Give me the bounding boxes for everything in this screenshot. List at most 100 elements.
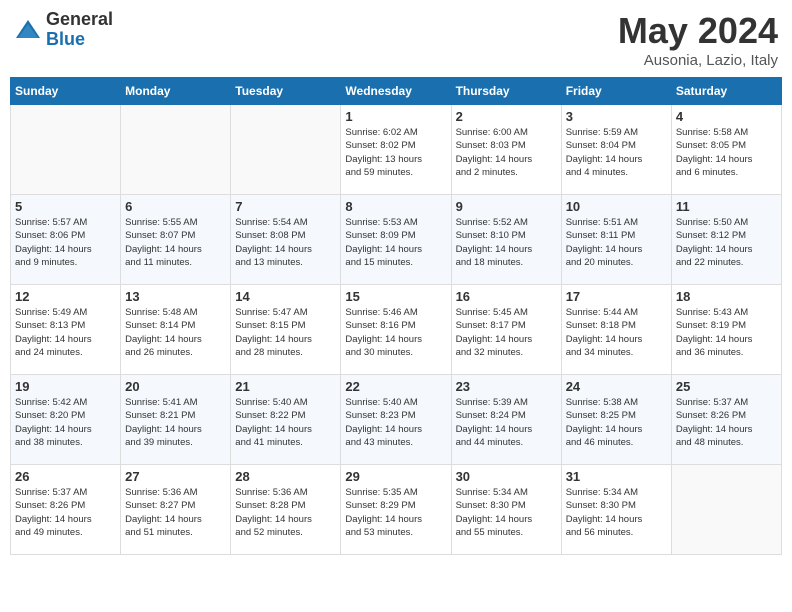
- day-info: Sunrise: 5:34 AM Sunset: 8:30 PM Dayligh…: [456, 486, 557, 539]
- day-info: Sunrise: 6:02 AM Sunset: 8:02 PM Dayligh…: [345, 126, 446, 179]
- logo-icon: [14, 16, 42, 44]
- header-cell-tuesday: Tuesday: [231, 78, 341, 105]
- calendar-cell: 3 Sunrise: 5:59 AM Sunset: 8:04 PM Daylig…: [561, 105, 671, 195]
- day-info: Sunrise: 5:36 AM Sunset: 8:28 PM Dayligh…: [235, 486, 336, 539]
- calendar-cell: 13Sunrise: 5:48 AM Sunset: 8:14 PM Dayli…: [121, 285, 231, 375]
- calendar-cell: 29Sunrise: 5:35 AM Sunset: 8:29 PM Dayli…: [341, 465, 451, 555]
- week-row-1: 1 Sunrise: 6:02 AM Sunset: 8:02 PM Daylig…: [11, 105, 782, 195]
- day-info: Sunrise: 5:37 AM Sunset: 8:26 PM Dayligh…: [676, 396, 777, 449]
- day-info: Sunrise: 5:38 AM Sunset: 8:25 PM Dayligh…: [566, 396, 667, 449]
- calendar-cell: 28 Sunrise: 5:36 AM Sunset: 8:28 PM Dayli…: [231, 465, 341, 555]
- day-number: 26: [15, 469, 116, 484]
- week-row-2: 5 Sunrise: 5:57 AM Sunset: 8:06 PM Daylig…: [11, 195, 782, 285]
- day-info: Sunrise: 5:59 AM Sunset: 8:04 PM Dayligh…: [566, 126, 667, 179]
- week-row-3: 12 Sunrise: 5:49 AM Sunset: 8:13 PM Dayli…: [11, 285, 782, 375]
- day-number: 24: [566, 379, 667, 394]
- title-block: May 2024 Ausonia, Lazio, Italy: [618, 10, 778, 69]
- calendar-cell: 19 Sunrise: 5:42 AM Sunset: 8:20 PM Dayli…: [11, 375, 121, 465]
- day-number: 21: [235, 379, 336, 394]
- calendar-cell: 27 Sunrise: 5:36 AM Sunset: 8:27 PM Dayli…: [121, 465, 231, 555]
- calendar-cell: 21Sunrise: 5:40 AM Sunset: 8:22 PM Dayli…: [231, 375, 341, 465]
- calendar-cell: [671, 465, 781, 555]
- calendar-cell: 4Sunrise: 5:58 AM Sunset: 8:05 PM Daylig…: [671, 105, 781, 195]
- day-number: 18: [676, 289, 777, 304]
- day-number: 12: [15, 289, 116, 304]
- day-number: 7: [235, 199, 336, 214]
- logo-general: General: [46, 10, 113, 30]
- calendar-cell: 17 Sunrise: 5:44 AM Sunset: 8:18 PM Dayli…: [561, 285, 671, 375]
- day-number: 23: [456, 379, 557, 394]
- calendar-cell: [231, 105, 341, 195]
- day-number: 6: [125, 199, 226, 214]
- day-number: 22: [345, 379, 446, 394]
- day-info: Sunrise: 5:36 AM Sunset: 8:27 PM Dayligh…: [125, 486, 226, 539]
- day-number: 31: [566, 469, 667, 484]
- calendar-cell: 1 Sunrise: 6:02 AM Sunset: 8:02 PM Daylig…: [341, 105, 451, 195]
- day-number: 13: [125, 289, 226, 304]
- calendar-cell: 16 Sunrise: 5:45 AM Sunset: 8:17 PM Dayli…: [451, 285, 561, 375]
- day-number: 20: [125, 379, 226, 394]
- header-cell-saturday: Saturday: [671, 78, 781, 105]
- day-info: Sunrise: 5:55 AM Sunset: 8:07 PM Dayligh…: [125, 216, 226, 269]
- day-info: Sunrise: 6:00 AM Sunset: 8:03 PM Dayligh…: [456, 126, 557, 179]
- day-number: 2: [456, 109, 557, 124]
- logo-blue: Blue: [46, 30, 113, 50]
- calendar-cell: 24 Sunrise: 5:38 AM Sunset: 8:25 PM Dayli…: [561, 375, 671, 465]
- day-info: Sunrise: 5:45 AM Sunset: 8:17 PM Dayligh…: [456, 306, 557, 359]
- day-info: Sunrise: 5:53 AM Sunset: 8:09 PM Dayligh…: [345, 216, 446, 269]
- day-number: 3: [566, 109, 667, 124]
- day-number: 25: [676, 379, 777, 394]
- logo-text: General Blue: [46, 10, 113, 50]
- calendar-table: SundayMondayTuesdayWednesdayThursdayFrid…: [10, 77, 782, 555]
- calendar-cell: 12 Sunrise: 5:49 AM Sunset: 8:13 PM Dayli…: [11, 285, 121, 375]
- calendar-cell: 15Sunrise: 5:46 AM Sunset: 8:16 PM Dayli…: [341, 285, 451, 375]
- page-header: General Blue May 2024 Ausonia, Lazio, It…: [10, 10, 782, 69]
- calendar-cell: 7Sunrise: 5:54 AM Sunset: 8:08 PM Daylig…: [231, 195, 341, 285]
- calendar-cell: 14Sunrise: 5:47 AM Sunset: 8:15 PM Dayli…: [231, 285, 341, 375]
- day-info: Sunrise: 5:52 AM Sunset: 8:10 PM Dayligh…: [456, 216, 557, 269]
- day-number: 1: [345, 109, 446, 124]
- day-number: 10: [566, 199, 667, 214]
- header-cell-wednesday: Wednesday: [341, 78, 451, 105]
- header-row: SundayMondayTuesdayWednesdayThursdayFrid…: [11, 78, 782, 105]
- day-number: 9: [456, 199, 557, 214]
- calendar-cell: 10 Sunrise: 5:51 AM Sunset: 8:11 PM Dayli…: [561, 195, 671, 285]
- calendar-cell: 18Sunrise: 5:43 AM Sunset: 8:19 PM Dayli…: [671, 285, 781, 375]
- day-info: Sunrise: 5:44 AM Sunset: 8:18 PM Dayligh…: [566, 306, 667, 359]
- day-number: 19: [15, 379, 116, 394]
- calendar-cell: 31 Sunrise: 5:34 AM Sunset: 8:30 PM Dayli…: [561, 465, 671, 555]
- day-info: Sunrise: 5:37 AM Sunset: 8:26 PM Dayligh…: [15, 486, 116, 539]
- week-row-4: 19 Sunrise: 5:42 AM Sunset: 8:20 PM Dayli…: [11, 375, 782, 465]
- calendar-cell: 11Sunrise: 5:50 AM Sunset: 8:12 PM Dayli…: [671, 195, 781, 285]
- header-cell-thursday: Thursday: [451, 78, 561, 105]
- calendar-cell: 25 Sunrise: 5:37 AM Sunset: 8:26 PM Dayli…: [671, 375, 781, 465]
- calendar-cell: 23Sunrise: 5:39 AM Sunset: 8:24 PM Dayli…: [451, 375, 561, 465]
- day-number: 27: [125, 469, 226, 484]
- logo: General Blue: [14, 10, 113, 50]
- day-number: 16: [456, 289, 557, 304]
- calendar-cell: 20 Sunrise: 5:41 AM Sunset: 8:21 PM Dayli…: [121, 375, 231, 465]
- day-info: Sunrise: 5:57 AM Sunset: 8:06 PM Dayligh…: [15, 216, 116, 269]
- calendar-cell: 26 Sunrise: 5:37 AM Sunset: 8:26 PM Dayli…: [11, 465, 121, 555]
- calendar-cell: 22Sunrise: 5:40 AM Sunset: 8:23 PM Dayli…: [341, 375, 451, 465]
- calendar-cell: 8Sunrise: 5:53 AM Sunset: 8:09 PM Daylig…: [341, 195, 451, 285]
- calendar-cell: [11, 105, 121, 195]
- day-info: Sunrise: 5:46 AM Sunset: 8:16 PM Dayligh…: [345, 306, 446, 359]
- day-info: Sunrise: 5:41 AM Sunset: 8:21 PM Dayligh…: [125, 396, 226, 449]
- day-number: 30: [456, 469, 557, 484]
- day-number: 17: [566, 289, 667, 304]
- day-number: 28: [235, 469, 336, 484]
- day-info: Sunrise: 5:42 AM Sunset: 8:20 PM Dayligh…: [15, 396, 116, 449]
- calendar-cell: 6 Sunrise: 5:55 AM Sunset: 8:07 PM Daylig…: [121, 195, 231, 285]
- day-info: Sunrise: 5:34 AM Sunset: 8:30 PM Dayligh…: [566, 486, 667, 539]
- header-cell-monday: Monday: [121, 78, 231, 105]
- month-title: May 2024: [618, 10, 778, 52]
- calendar-cell: 5 Sunrise: 5:57 AM Sunset: 8:06 PM Daylig…: [11, 195, 121, 285]
- day-info: Sunrise: 5:50 AM Sunset: 8:12 PM Dayligh…: [676, 216, 777, 269]
- header-cell-friday: Friday: [561, 78, 671, 105]
- day-number: 5: [15, 199, 116, 214]
- day-info: Sunrise: 5:51 AM Sunset: 8:11 PM Dayligh…: [566, 216, 667, 269]
- day-info: Sunrise: 5:35 AM Sunset: 8:29 PM Dayligh…: [345, 486, 446, 539]
- location: Ausonia, Lazio, Italy: [618, 52, 778, 69]
- day-info: Sunrise: 5:49 AM Sunset: 8:13 PM Dayligh…: [15, 306, 116, 359]
